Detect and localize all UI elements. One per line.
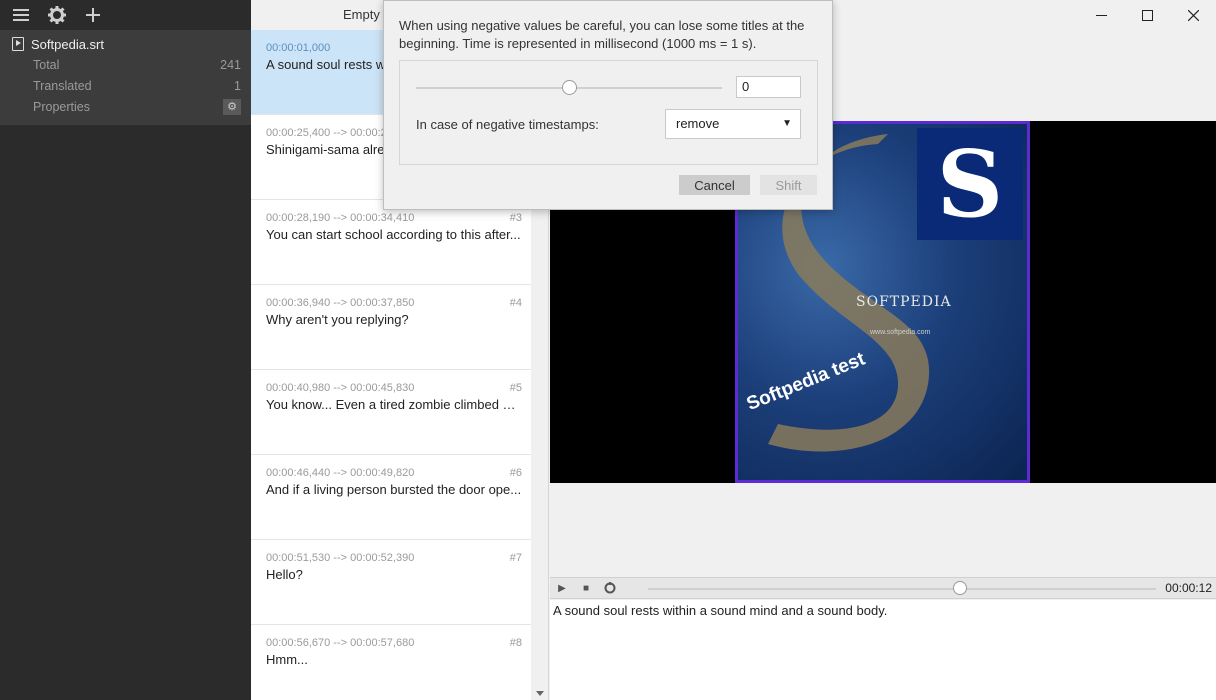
- player-time: 00:00:12: [1165, 581, 1212, 595]
- stat-label: Properties: [33, 99, 90, 114]
- gear-icon[interactable]: [46, 4, 68, 26]
- item-timestamp: 00:00:51,530 --> 00:00:52,390: [266, 552, 415, 564]
- item-text: Why aren't you replying?: [266, 312, 409, 327]
- poster-url: www.softpedia.com: [870, 329, 931, 336]
- sidebar-toolbar: [0, 0, 251, 30]
- stat-total: Total 241: [0, 54, 251, 75]
- negative-select-value: remove: [676, 116, 720, 131]
- shift-dialog: When using negative values be careful, y…: [383, 0, 833, 210]
- item-timestamp: 00:00:56,670 --> 00:00:57,680: [266, 637, 415, 649]
- plus-icon[interactable]: [82, 4, 104, 26]
- properties-gear-icon[interactable]: ⚙: [223, 98, 241, 115]
- sync-icon[interactable]: [598, 577, 622, 599]
- item-number: #3: [509, 212, 522, 224]
- item-timestamp: 00:00:46,440 --> 00:00:49,820: [266, 467, 415, 479]
- logo-box: S: [917, 128, 1023, 240]
- item-text: And if a living person bursted the door …: [266, 482, 522, 497]
- menu-icon[interactable]: [10, 4, 32, 26]
- stat-value: 241: [220, 57, 241, 72]
- item-timestamp: 00:00:40,980 --> 00:00:45,830: [266, 382, 415, 394]
- item-text: Hmm...: [266, 652, 308, 667]
- file-play-icon: [12, 37, 24, 51]
- minimize-button[interactable]: [1078, 0, 1124, 30]
- list-item[interactable]: 00:00:36,940 --> 00:00:37,850 #4 Why are…: [251, 285, 532, 370]
- item-number: #6: [509, 467, 522, 479]
- stat-properties: Properties ⚙: [0, 96, 251, 117]
- poster-brand: SOFTPEDIA: [856, 294, 952, 310]
- seek-handle[interactable]: [952, 581, 967, 595]
- offset-input[interactable]: 0: [736, 76, 801, 98]
- stat-translated: Translated 1: [0, 75, 251, 96]
- maximize-button[interactable]: [1124, 0, 1170, 30]
- stat-label: Total: [33, 57, 60, 72]
- dropdown-caret-icon: ▼: [782, 118, 792, 129]
- list-item[interactable]: 00:00:51,530 --> 00:00:52,390 #7 Hello?: [251, 540, 532, 625]
- stop-icon[interactable]: ■: [574, 577, 598, 599]
- list-item[interactable]: 00:00:46,440 --> 00:00:49,820 #6 And if …: [251, 455, 532, 540]
- file-item[interactable]: Softpedia.srt: [0, 34, 251, 54]
- stat-label: Translated: [33, 78, 92, 93]
- item-number: #7: [509, 552, 522, 564]
- item-number: #4: [509, 297, 522, 309]
- logo-letter: S: [936, 130, 1004, 238]
- item-text: You know... Even a tired zombie climbed …: [266, 397, 522, 412]
- item-number: #5: [509, 382, 522, 394]
- file-panel: Softpedia.srt Total 241 Translated 1 Pro…: [0, 30, 251, 125]
- negative-label: In case of negative timestamps:: [416, 117, 599, 132]
- item-text: You can start school according to this a…: [266, 227, 521, 242]
- dialog-panel: 0 In case of negative timestamps: remove…: [399, 60, 818, 165]
- subtitle-editor[interactable]: A sound soul rests within a sound mind a…: [550, 600, 1216, 700]
- scroll-down-icon[interactable]: [536, 691, 544, 696]
- item-number: #8: [509, 637, 522, 649]
- file-name: Softpedia.srt: [31, 36, 104, 52]
- seek-bar[interactable]: [648, 581, 1156, 595]
- list-item[interactable]: 00:00:28,190 --> 00:00:34,410 #3 You can…: [251, 200, 532, 285]
- player-controls: ▶ ■ 00:00:12: [550, 577, 1216, 599]
- shift-button[interactable]: Shift: [760, 175, 817, 195]
- cancel-button[interactable]: Cancel: [679, 175, 750, 195]
- list-item[interactable]: 00:00:40,980 --> 00:00:45,830 #5 You kno…: [251, 370, 532, 455]
- negative-select[interactable]: remove ▼: [665, 109, 801, 139]
- offset-slider[interactable]: [416, 80, 722, 95]
- item-timestamp: 00:00:28,190 --> 00:00:34,410: [266, 212, 415, 224]
- close-button[interactable]: [1170, 0, 1216, 30]
- window-controls: [1078, 0, 1216, 30]
- item-text: Hello?: [266, 567, 303, 582]
- dialog-warning: When using negative values be careful, y…: [399, 18, 805, 51]
- offset-slider-handle[interactable]: [562, 80, 577, 95]
- stat-value: 1: [234, 78, 241, 93]
- play-icon[interactable]: ▶: [550, 577, 574, 599]
- sidebar: Softpedia.srt Total 241 Translated 1 Pro…: [0, 0, 251, 700]
- item-timestamp: 00:00:36,940 --> 00:00:37,850: [266, 297, 415, 309]
- list-item[interactable]: 00:00:56,670 --> 00:00:57,680 #8 Hmm...: [251, 625, 532, 700]
